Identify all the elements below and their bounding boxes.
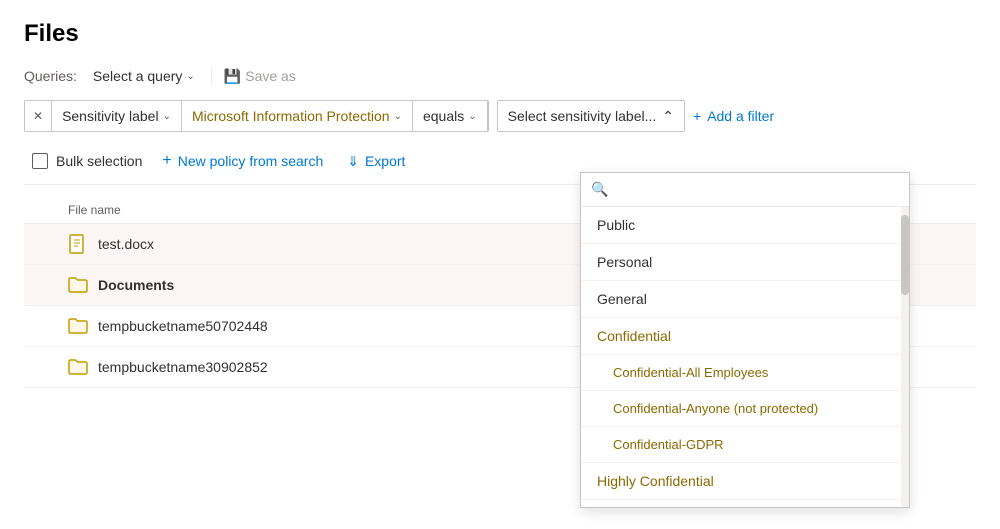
filter-chip-label[interactable]: Sensitivity label ⌄ [52, 101, 182, 131]
new-policy-button[interactable]: + New policy from search [150, 146, 335, 176]
scrollbar-thumb[interactable] [901, 215, 909, 295]
plus-icon: + [693, 108, 701, 124]
dropdown-search-box: 🔍 [581, 173, 909, 207]
sensitivity-label-dropdown: 🔍 Public Personal General Confidential C… [580, 172, 910, 508]
add-filter-label: Add a filter [707, 108, 774, 124]
filter-chip-value[interactable]: Microsoft Information Protection ⌄ [182, 101, 413, 131]
sensitivity-label-text: Sensitivity label [62, 108, 159, 124]
main-page: Files Queries: Select a query ⌄ 💾 Save a… [0, 0, 1000, 408]
sensitivity-label-dropdown-button[interactable]: Select sensitivity label... ⌃ [497, 100, 685, 132]
mip-label-text: Microsoft Information Protection [192, 108, 390, 124]
operator-text: equals [423, 108, 464, 124]
filter-chip: ✕ Sensitivity label ⌄ Microsoft Informat… [24, 100, 489, 132]
plus-icon: + [162, 152, 171, 170]
chevron-down-icon: ⌄ [468, 111, 476, 122]
select-query-label: Select a query [93, 68, 183, 84]
dropdown-item-confidential-gdpr[interactable]: Confidential-GDPR [581, 427, 909, 463]
search-icon: 🔍 [591, 181, 608, 198]
dropdown-item-highly-confidential[interactable]: Highly Confidential [581, 463, 909, 500]
file-name-column-header: File name [68, 203, 121, 217]
bulk-selection-button[interactable]: Bulk selection [24, 147, 150, 175]
export-label: Export [365, 153, 405, 169]
download-icon: ⇓ [347, 153, 359, 170]
dropdown-item-confidential-anyone[interactable]: Confidential-Anyone (not protected) [581, 391, 909, 427]
folder-icon [68, 357, 88, 377]
file-name-cell: test.docx [98, 236, 154, 252]
dropdown-item-general[interactable]: General [581, 281, 909, 318]
close-icon: ✕ [33, 109, 43, 123]
dropdown-item-public[interactable]: Public [581, 207, 909, 244]
chevron-down-icon: ⌄ [394, 111, 402, 122]
filter-chip-close-button[interactable]: ✕ [25, 101, 52, 131]
folder-icon [68, 275, 88, 295]
file-name-cell: Documents [98, 277, 174, 293]
file-name-cell: tempbucketname50702448 [98, 318, 268, 334]
export-button[interactable]: ⇓ Export [335, 147, 417, 176]
page-title: Files [24, 20, 976, 48]
select-query-button[interactable]: Select a query ⌄ [89, 66, 199, 86]
scrollbar-track[interactable] [901, 207, 909, 507]
dropdown-search-input[interactable] [614, 182, 899, 198]
filter-row: ✕ Sensitivity label ⌄ Microsoft Informat… [24, 100, 976, 132]
folder-icon [68, 316, 88, 336]
dropdown-list: Public Personal General Confidential Con… [581, 207, 909, 507]
add-filter-button[interactable]: + Add a filter [693, 104, 774, 128]
dropdown-item-highly-confidential-all-employees[interactable]: Highly Confidential-All Employees [581, 500, 909, 507]
chevron-up-icon: ⌃ [662, 108, 674, 125]
new-policy-label: New policy from search [178, 153, 324, 169]
queries-bar: Queries: Select a query ⌄ 💾 Save as [24, 66, 976, 86]
bulk-checkbox [32, 153, 48, 169]
bulk-selection-label: Bulk selection [56, 153, 142, 169]
save-as-button: 💾 Save as [224, 68, 296, 85]
chevron-down-icon: ⌄ [163, 111, 171, 122]
save-as-label: Save as [245, 68, 296, 84]
file-icon [68, 234, 88, 254]
dropdown-item-confidential-all-employees[interactable]: Confidential-All Employees [581, 355, 909, 391]
separator [211, 68, 212, 84]
dropdown-item-confidential[interactable]: Confidential [581, 318, 909, 355]
save-icon: 💾 [224, 68, 241, 85]
file-name-cell: tempbucketname30902852 [98, 359, 268, 375]
filter-chip-operator[interactable]: equals ⌄ [413, 101, 488, 131]
queries-label: Queries: [24, 68, 77, 84]
dropdown-item-personal[interactable]: Personal [581, 244, 909, 281]
chevron-down-icon: ⌄ [186, 71, 194, 82]
dropdown-placeholder-text: Select sensitivity label... [508, 108, 657, 124]
